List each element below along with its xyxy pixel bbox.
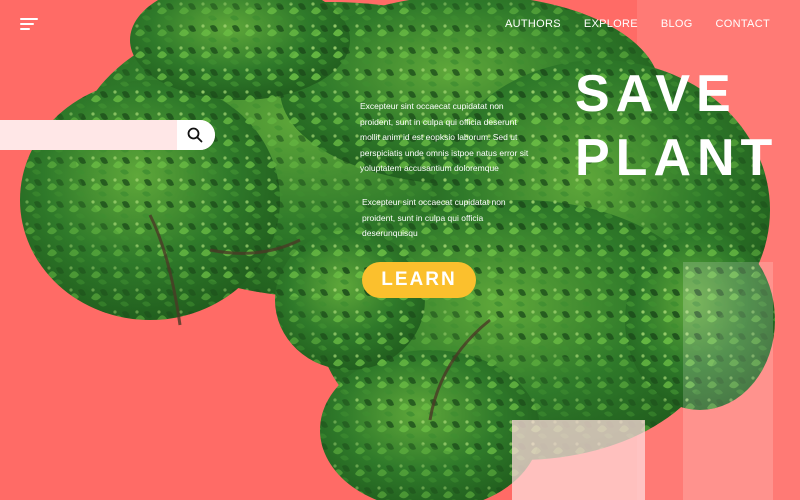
hero-title: SAVE PLANT [575, 62, 778, 190]
top-navigation: AUTHORS EXPLORE BLOG CONTACT [505, 18, 770, 30]
nav-link-authors[interactable]: AUTHORS [505, 18, 561, 30]
search-button[interactable] [177, 120, 215, 150]
decorative-panel [683, 262, 773, 500]
hero-title-line-2: PLANT [575, 129, 779, 187]
decorative-panel [512, 420, 645, 500]
hamburger-menu-icon[interactable] [20, 16, 38, 32]
search-icon [187, 127, 203, 143]
nav-link-blog[interactable]: BLOG [661, 18, 693, 30]
menu-line [20, 18, 38, 20]
landing-page: AUTHORS EXPLORE BLOG CONTACT Excepteur s… [0, 0, 800, 500]
learn-button[interactable]: LEARN [362, 262, 476, 298]
nav-link-explore[interactable]: EXPLORE [584, 18, 638, 30]
menu-line [20, 23, 34, 25]
hero-title-line-1: SAVE [575, 65, 737, 123]
menu-line [20, 28, 30, 30]
intro-paragraph: Excepteur sint occaecat cupidatat non pr… [360, 101, 529, 173]
secondary-paragraph: Excepteur sint occaecat cupidatat non pr… [362, 197, 506, 238]
nav-link-contact[interactable]: CONTACT [716, 18, 770, 30]
